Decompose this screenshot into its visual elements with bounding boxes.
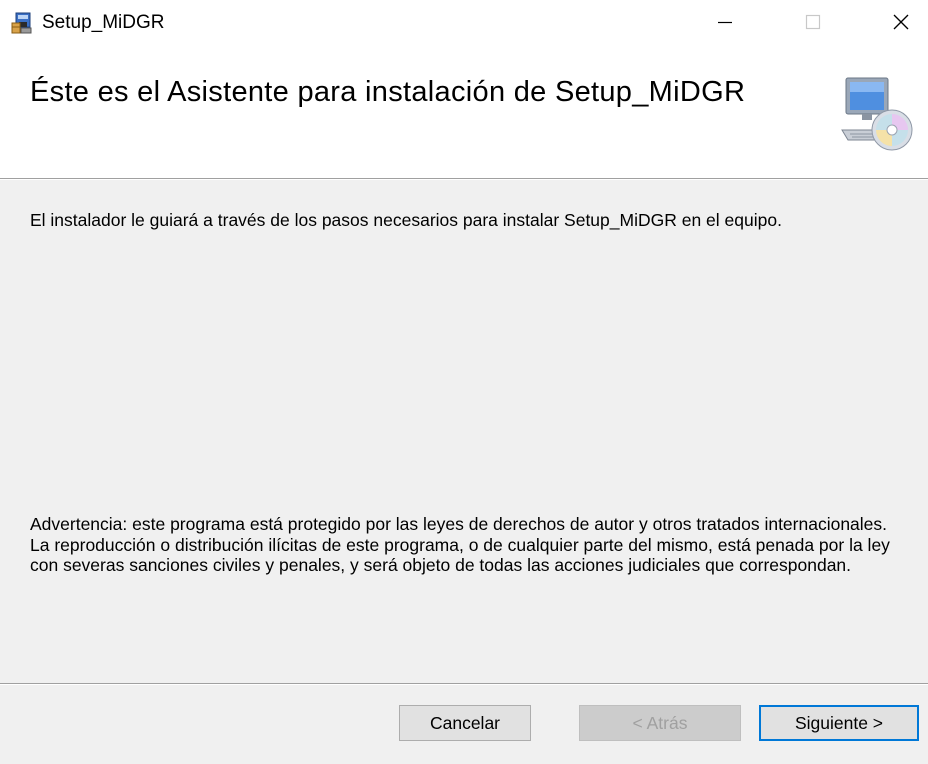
footer-divider xyxy=(0,683,928,685)
wizard-header: Éste es el Asistente para instalación de… xyxy=(0,48,928,178)
maximize-button xyxy=(790,0,836,48)
maximize-icon xyxy=(804,13,822,36)
close-button[interactable] xyxy=(878,0,924,48)
minimize-button[interactable] xyxy=(702,0,748,48)
header-divider xyxy=(0,178,928,180)
intro-text: El instalador le guiará a través de los … xyxy=(30,210,782,230)
computer-disc-icon xyxy=(840,74,914,156)
back-button: < Atrás xyxy=(579,705,741,741)
copyright-warning: Advertencia: este programa está protegid… xyxy=(30,514,890,575)
minimize-icon xyxy=(716,13,734,36)
window-title: Setup_MiDGR xyxy=(42,12,165,33)
installer-window: Setup_MiDGR Éste es el Asistente para in… xyxy=(0,0,928,764)
next-button[interactable]: Siguiente > xyxy=(759,705,919,741)
close-icon xyxy=(891,12,911,37)
cancel-button[interactable]: Cancelar xyxy=(399,705,531,741)
page-title: Éste es el Asistente para instalación de… xyxy=(30,76,746,108)
installer-icon xyxy=(10,11,34,35)
title-bar[interactable]: Setup_MiDGR xyxy=(0,0,928,48)
